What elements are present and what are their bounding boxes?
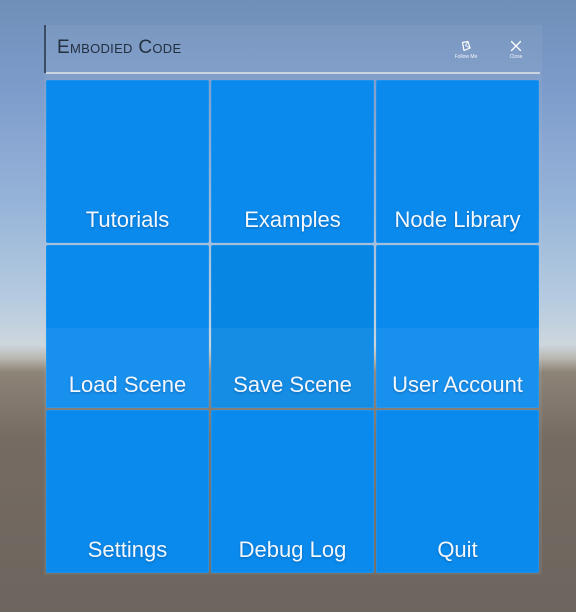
- load-scene-label: Load Scene: [68, 372, 187, 397]
- user-account-label: User Account: [392, 372, 523, 397]
- save-scene-button[interactable]: Save Scene: [211, 245, 374, 408]
- quit-label: Quit: [437, 537, 478, 562]
- tutorials-label: Tutorials: [85, 207, 170, 232]
- debug-log-label: Debug Log: [238, 537, 347, 562]
- user-account-button[interactable]: User Account: [376, 245, 539, 408]
- follow-me-button[interactable]: Follow Me: [446, 39, 486, 71]
- node-library-button[interactable]: Node Library: [376, 80, 539, 243]
- save-scene-label: Save Scene: [233, 372, 352, 397]
- follow-me-icon: [461, 40, 471, 52]
- examples-label: Examples: [244, 207, 341, 232]
- quit-button[interactable]: Quit: [376, 410, 539, 573]
- examples-button[interactable]: Examples: [211, 80, 374, 243]
- follow-me-label: Follow Me: [454, 54, 478, 60]
- close-icon: [510, 40, 522, 52]
- menu-grid: Tutorials Examples Node Library Load Sce…: [46, 80, 540, 573]
- load-scene-button[interactable]: Load Scene: [46, 245, 209, 408]
- close-button[interactable]: Close: [496, 39, 536, 71]
- app-title: Embodied Code: [57, 37, 182, 58]
- tutorials-button[interactable]: Tutorials: [46, 80, 209, 243]
- title-bar: Embodied Code Follow Me Close: [44, 25, 542, 74]
- settings-label: Settings: [87, 537, 168, 562]
- node-library-label: Node Library: [394, 207, 521, 232]
- settings-button[interactable]: Settings: [46, 410, 209, 573]
- title-divider: [46, 72, 540, 74]
- debug-log-button[interactable]: Debug Log: [211, 410, 374, 573]
- title-accent-bar: [44, 25, 46, 73]
- close-label: Close: [509, 54, 523, 60]
- main-menu-panel: Embodied Code Follow Me Close Tutorials …: [44, 25, 542, 575]
